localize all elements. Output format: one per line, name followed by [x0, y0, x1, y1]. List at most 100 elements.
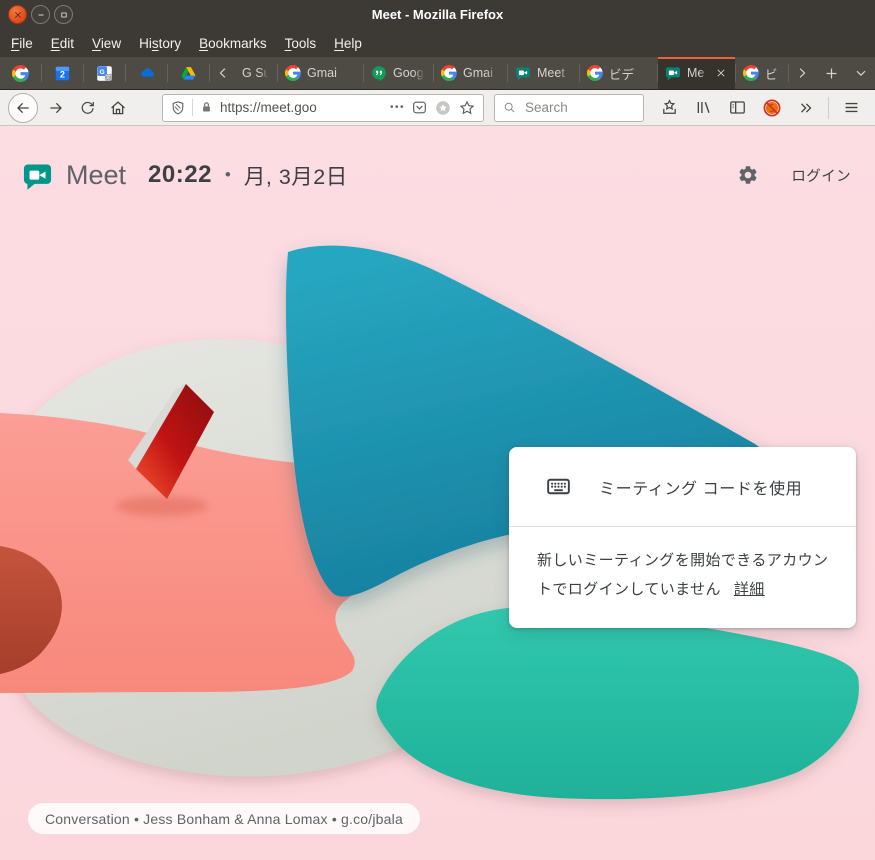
- keyboard-icon: [545, 473, 572, 500]
- toolbar-divider: [828, 97, 829, 119]
- header-date: 月, 3月2日: [244, 160, 348, 191]
- meet-header: Meet 20:22 • 月, 3月2日 ログイン: [0, 126, 875, 224]
- tab-meet-active[interactable]: Me: [658, 57, 735, 89]
- blocked-extension-icon: [762, 98, 782, 118]
- forward-button[interactable]: [43, 95, 69, 121]
- search-icon: [502, 100, 517, 115]
- screenshot-circle-star-icon[interactable]: [434, 99, 452, 117]
- back-button[interactable]: [8, 93, 38, 123]
- pinned-tab-drive[interactable]: [168, 57, 209, 89]
- header-separator-dot: •: [225, 165, 231, 185]
- home-button[interactable]: [105, 95, 131, 121]
- library-button[interactable]: [688, 95, 719, 121]
- search-bar[interactable]: [494, 94, 644, 122]
- onedrive-icon: [138, 64, 156, 82]
- tab-video-2[interactable]: ビ: [736, 57, 788, 89]
- tab-gsuite[interactable]: G Sui: [235, 57, 277, 89]
- url-text[interactable]: https://meet.goo: [220, 100, 384, 115]
- menu-tools[interactable]: Tools: [276, 30, 326, 57]
- firefox-window: Meet - Mozilla Firefox File Edit View Hi…: [0, 0, 875, 860]
- details-link[interactable]: 詳細: [734, 581, 765, 598]
- tab-close-icon[interactable]: [714, 66, 728, 80]
- pocket-icon[interactable]: [411, 99, 428, 116]
- tab-gmail-1[interactable]: Gmai: [278, 57, 363, 89]
- search-input[interactable]: [523, 99, 636, 116]
- pinned-tab-translate[interactable]: [84, 57, 125, 89]
- sidebars-button[interactable]: [722, 95, 753, 121]
- chevron-down-icon: [853, 65, 869, 81]
- google-calendar-icon: [54, 65, 71, 82]
- menu-bookmarks[interactable]: Bookmarks: [190, 30, 276, 57]
- pinned-tab-calendar[interactable]: [42, 57, 83, 89]
- use-meeting-code-button[interactable]: ミーティング コードを使用: [509, 447, 856, 527]
- star-tray-icon: [660, 98, 679, 117]
- box-shadow: [116, 496, 208, 516]
- turquoise-blob: [376, 608, 859, 799]
- chevron-left-icon: [215, 65, 231, 81]
- overflow-menu-button[interactable]: [790, 95, 821, 121]
- card-title: ミーティング コードを使用: [599, 475, 802, 499]
- tab-scroll-right-button[interactable]: [789, 57, 815, 89]
- meet-logo-icon: [22, 160, 53, 191]
- meet-icon: [665, 65, 681, 81]
- clock-time: 20:22: [148, 161, 212, 189]
- hamburger-menu-button[interactable]: [836, 95, 867, 121]
- bookmarks-menu-button[interactable]: [654, 95, 685, 121]
- toolbar-right-icons: [654, 95, 867, 121]
- reload-icon: [79, 99, 96, 116]
- menu-view[interactable]: View: [83, 30, 130, 57]
- plus-icon: [823, 65, 840, 82]
- menu-edit[interactable]: Edit: [42, 30, 83, 57]
- google-g-icon: [587, 65, 603, 81]
- library-icon: [694, 98, 713, 117]
- tab-scroll-left-button[interactable]: [210, 57, 235, 89]
- google-g-icon: [285, 65, 301, 81]
- sidebar-icon: [728, 98, 747, 117]
- window-titlebar: Meet - Mozilla Firefox: [0, 0, 875, 30]
- tab-video-1[interactable]: ビデ: [580, 57, 657, 89]
- google-drive-icon: [180, 65, 197, 82]
- menu-history[interactable]: History: [130, 30, 190, 57]
- lock-icon[interactable]: [199, 100, 214, 115]
- bookmark-star-icon[interactable]: [458, 99, 476, 117]
- google-g-icon: [441, 65, 457, 81]
- reload-button[interactable]: [74, 95, 100, 121]
- window-title: Meet - Mozilla Firefox: [0, 0, 875, 30]
- tab-meet-1[interactable]: Meet: [508, 57, 579, 89]
- pinned-tab-google[interactable]: [0, 57, 41, 89]
- menubar: File Edit View History Bookmarks Tools H…: [0, 30, 875, 57]
- conversation-pill-text: Conversation • Jess Bonham & Anna Lomax …: [45, 811, 403, 827]
- extension-button[interactable]: [756, 95, 787, 121]
- settings-button[interactable]: [737, 164, 759, 186]
- meet-brand: Meet: [66, 160, 126, 191]
- double-chevron-icon: [797, 99, 815, 117]
- google-g-icon: [743, 65, 759, 81]
- meet-icon: [515, 65, 531, 81]
- page-actions-dots-icon[interactable]: •••: [390, 102, 405, 113]
- urlbar-divider: [192, 99, 193, 116]
- google-g-icon: [12, 65, 29, 82]
- tab-hangouts[interactable]: Goog: [364, 57, 433, 89]
- pinned-tab-onedrive[interactable]: [126, 57, 167, 89]
- url-bar[interactable]: https://meet.goo •••: [162, 94, 484, 122]
- hamburger-icon: [842, 98, 861, 117]
- back-arrow-icon: [14, 99, 32, 117]
- card-body-text: 新しいミーティングを開始できるアカウントでログインしていません詳細: [509, 527, 856, 604]
- tab-bar: G Sui Gmai Goog Gmai Meet ビデ Me: [0, 57, 875, 90]
- gear-icon: [737, 164, 759, 186]
- menu-help[interactable]: Help: [325, 30, 371, 57]
- menu-file[interactable]: File: [2, 30, 42, 57]
- tracking-protection-shield-icon[interactable]: [170, 100, 186, 116]
- meeting-code-card: ミーティング コードを使用 新しいミーティングを開始できるアカウントでログインし…: [509, 447, 856, 628]
- hangouts-icon: [371, 65, 387, 81]
- tab-gmail-2[interactable]: Gmai: [434, 57, 507, 89]
- conversation-pill: Conversation • Jess Bonham & Anna Lomax …: [28, 803, 420, 834]
- forward-arrow-icon: [47, 99, 65, 117]
- meet-page: Meet 20:22 • 月, 3月2日 ログイン ミーティング コードを使用 …: [0, 126, 875, 860]
- navigation-toolbar: https://meet.goo •••: [0, 90, 875, 126]
- chevron-right-icon: [794, 65, 810, 81]
- new-tab-button[interactable]: [815, 57, 847, 89]
- google-translate-icon: [96, 65, 113, 82]
- all-tabs-dropdown-button[interactable]: [847, 57, 875, 89]
- login-button[interactable]: ログイン: [791, 165, 851, 186]
